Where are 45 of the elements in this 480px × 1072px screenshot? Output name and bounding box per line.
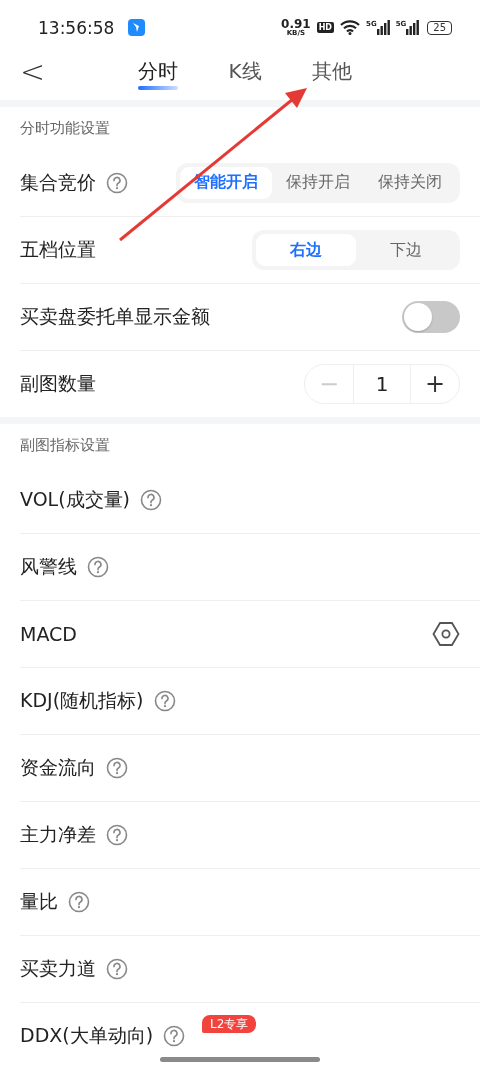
help-icon[interactable] bbox=[68, 891, 90, 913]
setting-label: 五档位置 bbox=[20, 237, 96, 262]
stepper-value: 1 bbox=[353, 365, 411, 403]
segment-option[interactable]: 右边 bbox=[256, 234, 356, 266]
help-icon[interactable] bbox=[163, 1025, 186, 1047]
clock-time: 13:56:58 bbox=[38, 17, 115, 38]
setting-label: MACD bbox=[20, 623, 77, 645]
battery-level: 25 bbox=[427, 20, 452, 35]
setting-label: 量比 bbox=[20, 889, 58, 914]
help-icon[interactable] bbox=[87, 556, 109, 578]
setting-label: 资金流向 bbox=[20, 755, 96, 780]
segment-option[interactable]: 下边 bbox=[356, 234, 456, 266]
section-title: 副图指标设置 bbox=[19, 434, 111, 456]
increment-button[interactable]: + bbox=[411, 365, 459, 403]
hd-badge: HD bbox=[316, 22, 334, 33]
setting-label: DDX(大单动向) bbox=[20, 1023, 154, 1048]
tab[interactable]: 分时 bbox=[136, 55, 181, 95]
setting-label: 副图数量 bbox=[20, 371, 96, 396]
setting-label: KDJ(随机指标) bbox=[20, 688, 144, 713]
signal-icon bbox=[376, 20, 390, 35]
help-icon[interactable] bbox=[106, 757, 128, 779]
setting-label: VOL(成交量) bbox=[20, 486, 131, 512]
tab[interactable]: 其他 bbox=[309, 55, 354, 95]
setting-label: 主力净差 bbox=[20, 822, 96, 847]
help-icon[interactable] bbox=[153, 690, 176, 712]
segment-option[interactable]: 保持开启 bbox=[272, 166, 364, 199]
tab[interactable]: K线 bbox=[226, 55, 264, 95]
settings-icon[interactable] bbox=[432, 621, 460, 647]
wifi-icon bbox=[340, 20, 360, 35]
app-notification-icon bbox=[128, 19, 146, 36]
setting-label: 集合竞价 bbox=[20, 169, 96, 195]
help-icon[interactable] bbox=[106, 171, 128, 194]
setting-label: 风警线 bbox=[20, 554, 77, 579]
setting-label: 买卖盘委托单显示金额 bbox=[20, 304, 210, 329]
signal-icon bbox=[406, 20, 420, 35]
section-title: 分时功能设置 bbox=[19, 117, 111, 139]
help-icon[interactable] bbox=[140, 488, 163, 511]
premium-badge: L2专享 bbox=[202, 1015, 257, 1033]
setting-label: 买卖力道 bbox=[20, 956, 96, 981]
toggle-switch[interactable] bbox=[402, 301, 460, 333]
help-icon[interactable] bbox=[106, 824, 128, 846]
segment-option[interactable]: 保持关闭 bbox=[364, 166, 456, 199]
back-button[interactable]: < bbox=[14, 55, 52, 89]
network-speed: 0.91 bbox=[281, 18, 311, 29]
help-icon[interactable] bbox=[106, 958, 128, 980]
